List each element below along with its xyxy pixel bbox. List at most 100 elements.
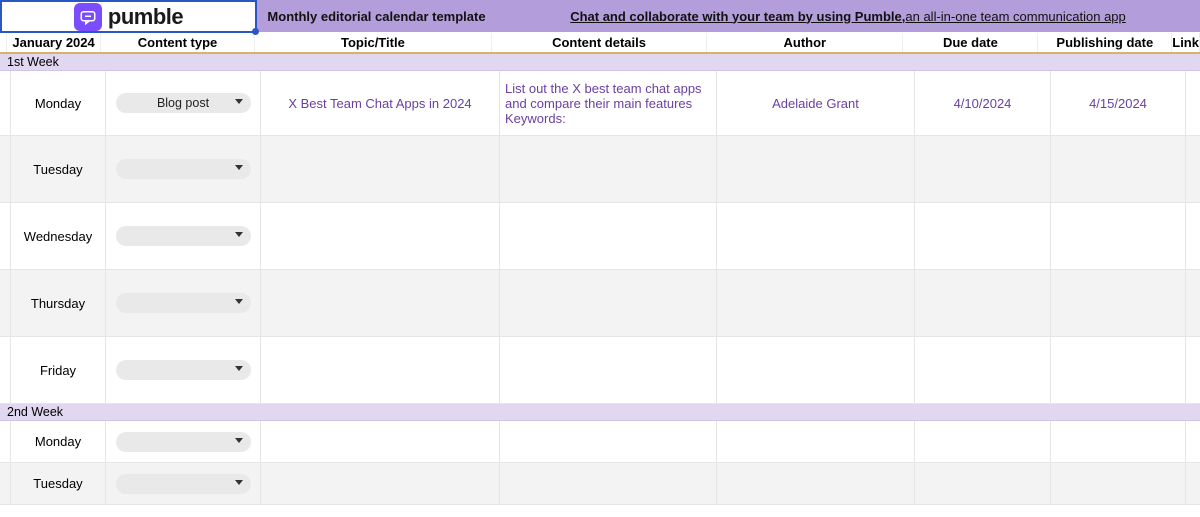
- chevron-down-icon: [235, 232, 243, 237]
- header-pub[interactable]: Publishing date: [1038, 33, 1172, 52]
- content-type-dropdown[interactable]: [116, 293, 251, 313]
- link-cell[interactable]: [1186, 421, 1200, 462]
- day-label[interactable]: Wednesday: [11, 203, 106, 269]
- template-title: Monthly editorial calendar template: [257, 0, 496, 32]
- logo-cell[interactable]: pumble: [0, 0, 257, 33]
- details-cell[interactable]: [500, 421, 717, 462]
- top-banner: pumble Monthly editorial calendar templa…: [0, 0, 1200, 33]
- row-spacer: [0, 421, 11, 462]
- link-cell[interactable]: [1186, 203, 1200, 269]
- link-cell[interactable]: [1186, 463, 1200, 504]
- content-type-cell[interactable]: [106, 337, 261, 403]
- details-cell[interactable]: [500, 270, 717, 336]
- due-cell[interactable]: [915, 270, 1051, 336]
- week-1-label: 1st Week: [7, 55, 1120, 69]
- row-spacer: [0, 71, 11, 135]
- header-due[interactable]: Due date: [903, 33, 1038, 52]
- dropdown-value: Blog post: [157, 96, 209, 110]
- details-cell[interactable]: [500, 203, 717, 269]
- details-cell[interactable]: List out the X best team chat apps and c…: [500, 71, 717, 135]
- day-label[interactable]: Tuesday: [11, 136, 106, 202]
- day-label[interactable]: Friday: [11, 337, 106, 403]
- details-cell[interactable]: [500, 463, 717, 504]
- due-cell[interactable]: 4/10/2024: [915, 71, 1051, 135]
- due-cell[interactable]: [915, 136, 1051, 202]
- author-cell[interactable]: [717, 270, 915, 336]
- topic-cell[interactable]: [261, 463, 500, 504]
- content-type-cell[interactable]: [106, 270, 261, 336]
- chevron-down-icon: [235, 438, 243, 443]
- header-details[interactable]: Content details: [492, 33, 707, 52]
- due-cell[interactable]: [915, 463, 1051, 504]
- content-type-dropdown[interactable]: [116, 226, 251, 246]
- content-type-cell[interactable]: [106, 136, 261, 202]
- pub-cell[interactable]: [1051, 421, 1186, 462]
- topic-cell[interactable]: [261, 421, 500, 462]
- link-cell[interactable]: [1186, 337, 1200, 403]
- week-2-header[interactable]: 2nd Week: [0, 404, 1200, 421]
- header-spacer: [0, 33, 7, 52]
- promo-link[interactable]: Chat and collaborate with your team by u…: [496, 0, 1200, 32]
- pub-cell[interactable]: [1051, 270, 1186, 336]
- chevron-down-icon: [235, 165, 243, 170]
- pub-cell[interactable]: [1051, 136, 1186, 202]
- link-cell[interactable]: [1186, 71, 1200, 135]
- content-type-cell[interactable]: Blog post: [106, 71, 261, 135]
- table-row: Monday: [0, 421, 1200, 463]
- content-type-dropdown[interactable]: [116, 360, 251, 380]
- column-headers: January 2024 Content type Topic/Title Co…: [0, 33, 1200, 54]
- due-cell[interactable]: [915, 203, 1051, 269]
- day-label[interactable]: Monday: [11, 71, 106, 135]
- author-cell[interactable]: [717, 136, 915, 202]
- row-spacer: [0, 136, 11, 202]
- content-type-dropdown[interactable]: [116, 159, 251, 179]
- table-row: Thursday: [0, 270, 1200, 337]
- pub-cell[interactable]: [1051, 463, 1186, 504]
- link-cell[interactable]: [1186, 270, 1200, 336]
- topic-cell[interactable]: [261, 203, 500, 269]
- link-cell[interactable]: [1186, 136, 1200, 202]
- day-label[interactable]: Tuesday: [11, 463, 106, 504]
- header-link[interactable]: Link: [1172, 33, 1200, 52]
- header-author[interactable]: Author: [707, 33, 903, 52]
- author-cell[interactable]: [717, 203, 915, 269]
- row-spacer: [0, 337, 11, 403]
- details-cell[interactable]: [500, 136, 717, 202]
- content-type-cell[interactable]: [106, 463, 261, 504]
- chevron-down-icon: [235, 366, 243, 371]
- details-cell[interactable]: [500, 337, 717, 403]
- chevron-down-icon: [235, 99, 243, 104]
- day-label[interactable]: Thursday: [11, 270, 106, 336]
- pub-cell[interactable]: [1051, 203, 1186, 269]
- topic-cell[interactable]: [261, 270, 500, 336]
- author-cell[interactable]: Adelaide Grant: [717, 71, 915, 135]
- topic-cell[interactable]: [261, 337, 500, 403]
- table-row: Tuesday: [0, 136, 1200, 203]
- content-type-dropdown[interactable]: Blog post: [116, 93, 251, 113]
- chevron-down-icon: [235, 480, 243, 485]
- header-content-type[interactable]: Content type: [101, 33, 255, 52]
- row-spacer: [0, 203, 11, 269]
- pub-cell[interactable]: 4/15/2024: [1051, 71, 1186, 135]
- author-cell[interactable]: [717, 463, 915, 504]
- table-row: Friday: [0, 337, 1200, 404]
- pub-cell[interactable]: [1051, 337, 1186, 403]
- content-type-dropdown[interactable]: [116, 474, 251, 494]
- week-1-header[interactable]: 1st Week: [0, 54, 1200, 71]
- due-cell[interactable]: [915, 421, 1051, 462]
- author-cell[interactable]: [717, 421, 915, 462]
- pumble-logo-icon: [74, 3, 102, 31]
- table-row: Tuesday: [0, 463, 1200, 505]
- content-type-cell[interactable]: [106, 421, 261, 462]
- due-cell[interactable]: [915, 337, 1051, 403]
- header-topic[interactable]: Topic/Title: [255, 33, 492, 52]
- content-type-dropdown[interactable]: [116, 432, 251, 452]
- day-label[interactable]: Monday: [11, 421, 106, 462]
- header-month[interactable]: January 2024: [7, 33, 101, 52]
- content-type-cell[interactable]: [106, 203, 261, 269]
- topic-cell[interactable]: [261, 136, 500, 202]
- table-row: Wednesday: [0, 203, 1200, 270]
- author-cell[interactable]: [717, 337, 915, 403]
- topic-cell[interactable]: X Best Team Chat Apps in 2024: [261, 71, 500, 135]
- promo-text-bold: Chat and collaborate with your team by u…: [570, 9, 905, 24]
